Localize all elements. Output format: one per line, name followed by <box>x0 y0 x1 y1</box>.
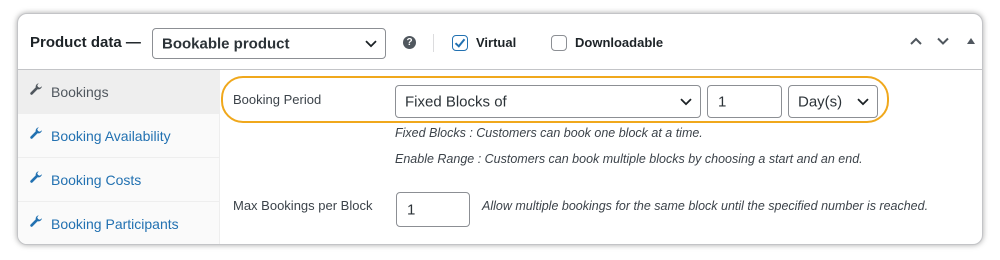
wrench-icon <box>30 83 42 95</box>
wrench-icon <box>30 171 42 183</box>
max-bookings-label: Max Bookings per Block <box>233 198 373 213</box>
downloadable-checkbox[interactable] <box>551 35 567 51</box>
product-data-tabs: Bookings Booking Availability Booking Co… <box>18 70 220 244</box>
help-icon[interactable]: ? <box>403 36 416 49</box>
collapse-toggle-icon[interactable] <box>966 36 976 46</box>
product-type-select[interactable]: Bookable product <box>152 28 386 59</box>
move-down-icon[interactable] <box>936 34 950 48</box>
booking-period-unit-value: Day(s) <box>798 93 843 110</box>
max-bookings-value: 1 <box>407 201 416 218</box>
enable-range-description: Enable Range : Customers can book multip… <box>395 152 863 166</box>
virtual-label[interactable]: Virtual <box>476 35 516 50</box>
product-type-value: Bookable product <box>162 35 290 52</box>
tab-booking-participants-label: Booking Participants <box>51 216 179 232</box>
product-data-header: Product data — Bookable product ? Virtua… <box>18 14 982 70</box>
booking-period-type-value: Fixed Blocks of <box>405 93 507 110</box>
chevron-down-icon <box>680 97 692 105</box>
tab-booking-costs[interactable]: Booking Costs <box>18 158 220 202</box>
tab-booking-availability[interactable]: Booking Availability <box>18 114 220 158</box>
wrench-icon <box>30 215 42 227</box>
header-divider <box>433 34 434 52</box>
max-bookings-input[interactable]: 1 <box>396 192 470 227</box>
product-data-title: Product data — <box>30 34 141 51</box>
checkmark-icon <box>454 38 466 48</box>
move-up-icon[interactable] <box>909 34 923 48</box>
virtual-checkbox[interactable] <box>452 35 468 51</box>
chevron-down-icon <box>365 39 377 47</box>
downloadable-label[interactable]: Downloadable <box>575 35 663 50</box>
booking-period-type-select[interactable]: Fixed Blocks of <box>395 85 701 118</box>
tab-booking-costs-label: Booking Costs <box>51 172 142 188</box>
booking-period-quantity-value: 1 <box>718 93 727 110</box>
chevron-down-icon <box>857 97 869 105</box>
wrench-icon <box>30 127 42 139</box>
product-data-panel: Product data — Bookable product ? Virtua… <box>17 13 983 245</box>
booking-period-quantity-input[interactable]: 1 <box>707 85 782 118</box>
tab-bookings-label: Bookings <box>51 84 109 100</box>
fixed-blocks-description: Fixed Blocks : Customers can book one bl… <box>395 126 703 140</box>
tab-bookings[interactable]: Bookings <box>18 70 220 114</box>
tab-booking-availability-label: Booking Availability <box>51 128 171 144</box>
tab-booking-participants[interactable]: Booking Participants <box>18 202 220 244</box>
booking-period-label: Booking Period <box>233 92 322 107</box>
booking-period-unit-select[interactable]: Day(s) <box>788 85 878 118</box>
max-bookings-description: Allow multiple bookings for the same blo… <box>482 199 929 213</box>
